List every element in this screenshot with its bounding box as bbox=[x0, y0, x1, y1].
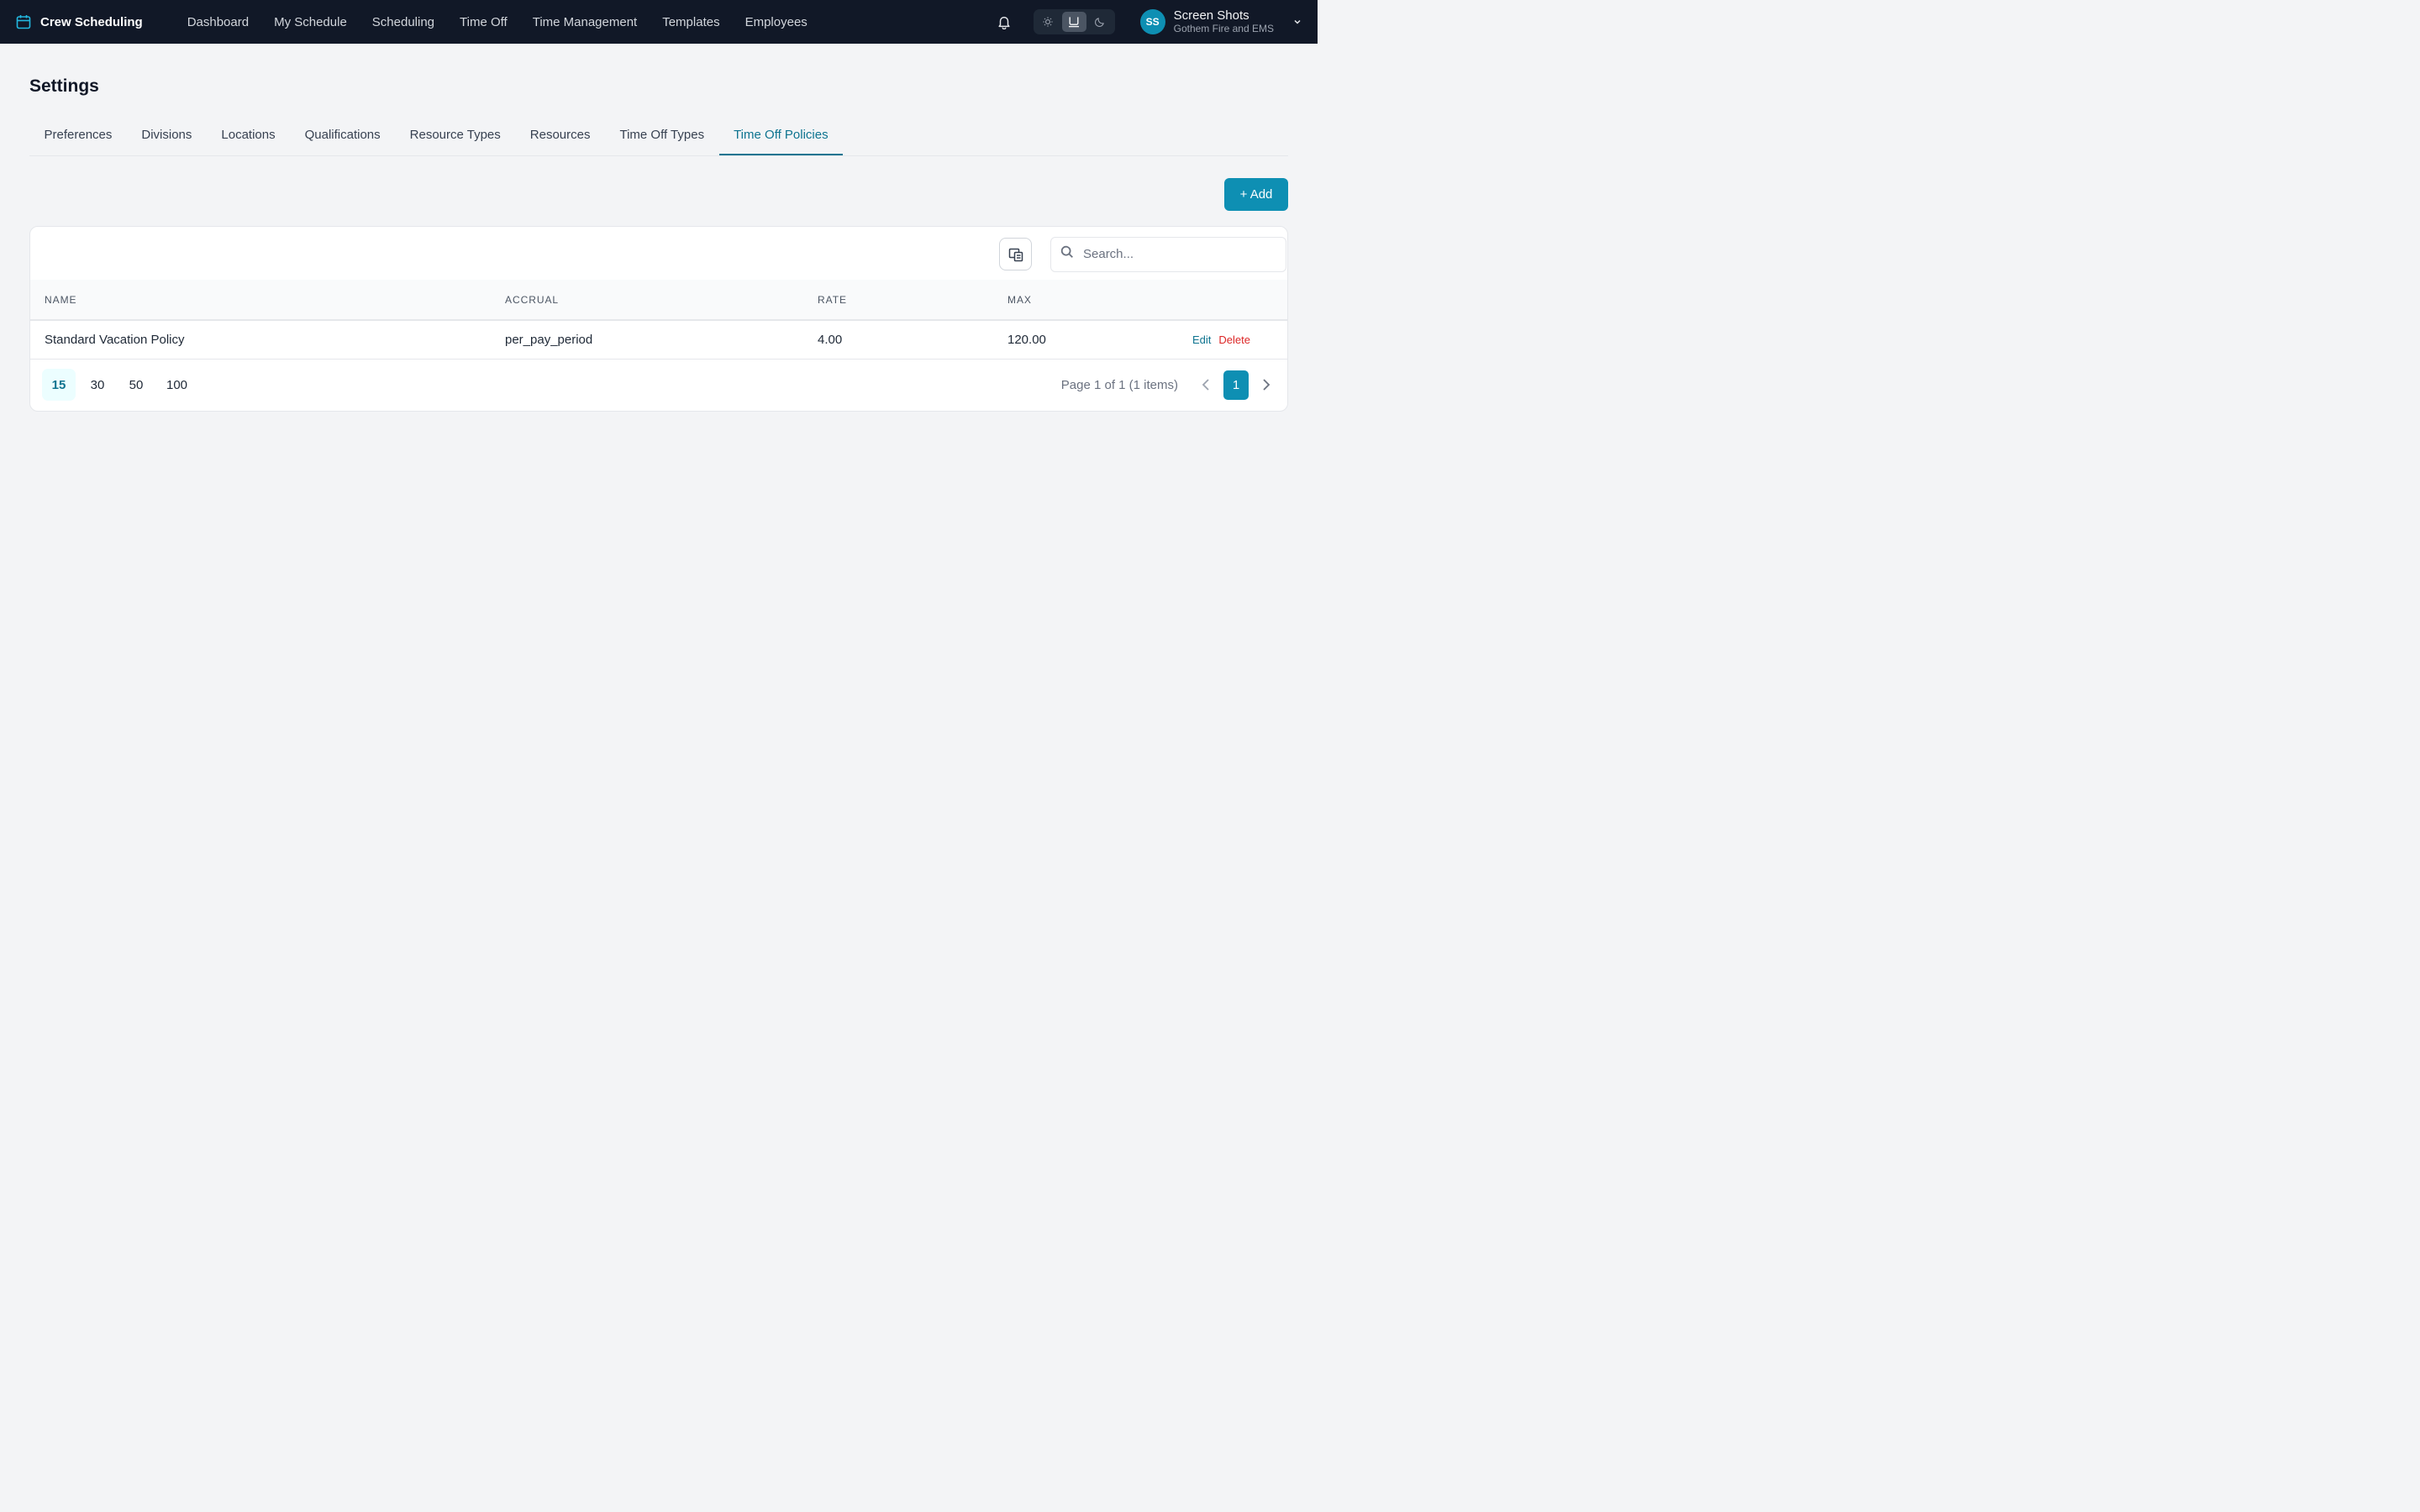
calendar-icon bbox=[15, 13, 32, 30]
monitor-icon[interactable] bbox=[1061, 11, 1086, 32]
pager: Page 1 of 1 (1 items) 1 bbox=[1061, 370, 1276, 400]
header-actions bbox=[1192, 280, 1287, 320]
nav-item-time-management[interactable]: Time Management bbox=[520, 15, 650, 29]
tab-resource-types[interactable]: Resource Types bbox=[395, 115, 515, 155]
cell-name: Standard Vacation Policy bbox=[45, 332, 185, 347]
search-input[interactable] bbox=[1083, 247, 1268, 261]
search-icon bbox=[1060, 244, 1075, 264]
top-nav: Crew Scheduling Dashboard My Schedule Sc… bbox=[0, 0, 1318, 44]
nav-item-scheduling[interactable]: Scheduling bbox=[360, 15, 447, 29]
user-org: Gothem Fire and EMS bbox=[1173, 22, 1274, 34]
theme-toggle bbox=[1033, 8, 1115, 34]
settings-tabs: Preferences Divisions Locations Qualific… bbox=[29, 117, 1288, 156]
nav-item-dashboard[interactable]: Dashboard bbox=[175, 15, 261, 29]
tab-resources[interactable]: Resources bbox=[515, 115, 605, 155]
policies-table-card: NAME ACCRUAL RATE MAX Standard Vacation … bbox=[29, 226, 1288, 412]
page-size-50[interactable]: 50 bbox=[119, 369, 153, 401]
chevron-right-icon[interactable] bbox=[1257, 375, 1276, 394]
nav-item-templates[interactable]: Templates bbox=[650, 15, 732, 29]
chevron-down-icon[interactable] bbox=[1292, 17, 1302, 27]
delete-link[interactable]: Delete bbox=[1218, 333, 1250, 346]
brand[interactable]: Crew Scheduling bbox=[15, 13, 143, 30]
user-info: Screen Shots Gothem Fire and EMS bbox=[1174, 8, 1274, 34]
page-size-selector: 15 30 50 100 bbox=[42, 369, 196, 401]
header-name[interactable]: NAME bbox=[30, 280, 505, 320]
row-actions: Edit Delete bbox=[1192, 333, 1287, 346]
table-toolbar bbox=[30, 227, 1287, 280]
page-size-30[interactable]: 30 bbox=[81, 369, 114, 401]
moon-icon[interactable] bbox=[1088, 12, 1113, 32]
page-number-current[interactable]: 1 bbox=[1223, 370, 1249, 400]
nav-right: SS Screen Shots Gothem Fire and EMS bbox=[995, 8, 1302, 34]
table-header-row: NAME ACCRUAL RATE MAX bbox=[30, 280, 1287, 320]
header-accrual[interactable]: ACCRUAL bbox=[505, 280, 818, 320]
edit-link[interactable]: Edit bbox=[1192, 333, 1211, 346]
main-nav: Dashboard My Schedule Scheduling Time Of… bbox=[175, 15, 820, 29]
page-size-15[interactable]: 15 bbox=[42, 369, 76, 401]
page-info: Page 1 of 1 (1 items) bbox=[1060, 377, 1178, 392]
policies-table: NAME ACCRUAL RATE MAX Standard Vacation … bbox=[30, 280, 1287, 360]
header-rate[interactable]: RATE bbox=[818, 280, 1007, 320]
tab-locations[interactable]: Locations bbox=[207, 115, 290, 155]
tab-time-off-types[interactable]: Time Off Types bbox=[605, 115, 719, 155]
search-box bbox=[1050, 236, 1286, 272]
tab-time-off-policies[interactable]: Time Off Policies bbox=[718, 115, 844, 155]
chevron-left-icon[interactable] bbox=[1197, 375, 1215, 394]
user-name: Screen Shots bbox=[1173, 8, 1249, 24]
cell-accrual: per_pay_period bbox=[505, 332, 593, 347]
header-max[interactable]: MAX bbox=[1007, 280, 1192, 320]
page-actions: + Add bbox=[29, 178, 1288, 211]
table-row: Standard Vacation Policy per_pay_period … bbox=[30, 320, 1287, 359]
bell-icon[interactable] bbox=[995, 13, 1013, 31]
avatar: SS bbox=[1139, 8, 1165, 34]
nav-item-my-schedule[interactable]: My Schedule bbox=[261, 15, 360, 29]
cell-max: 120.00 bbox=[1007, 332, 1046, 347]
add-button[interactable]: + Add bbox=[1224, 178, 1288, 211]
cell-actions: Edit Delete bbox=[1192, 320, 1287, 359]
tab-preferences[interactable]: Preferences bbox=[29, 115, 127, 155]
sun-icon[interactable] bbox=[1036, 12, 1060, 32]
page-size-100[interactable]: 100 bbox=[158, 369, 196, 401]
app-name: Crew Scheduling bbox=[40, 14, 143, 29]
settings-page: Settings Preferences Divisions Locations… bbox=[0, 76, 1318, 412]
cell-rate: 4.00 bbox=[818, 332, 843, 347]
tab-qualifications[interactable]: Qualifications bbox=[290, 115, 395, 155]
app-root: Crew Scheduling Dashboard My Schedule Sc… bbox=[0, 0, 1318, 823]
page-title: Settings bbox=[29, 76, 99, 96]
nav-item-time-off[interactable]: Time Off bbox=[447, 15, 520, 29]
tab-divisions[interactable]: Divisions bbox=[127, 115, 207, 155]
table-footer: 15 30 50 100 Page 1 of 1 (1 items) 1 bbox=[30, 360, 1287, 411]
user-menu[interactable]: SS Screen Shots Gothem Fire and EMS bbox=[1139, 8, 1302, 34]
column-chooser-icon[interactable] bbox=[999, 238, 1032, 270]
nav-item-employees[interactable]: Employees bbox=[733, 15, 820, 29]
